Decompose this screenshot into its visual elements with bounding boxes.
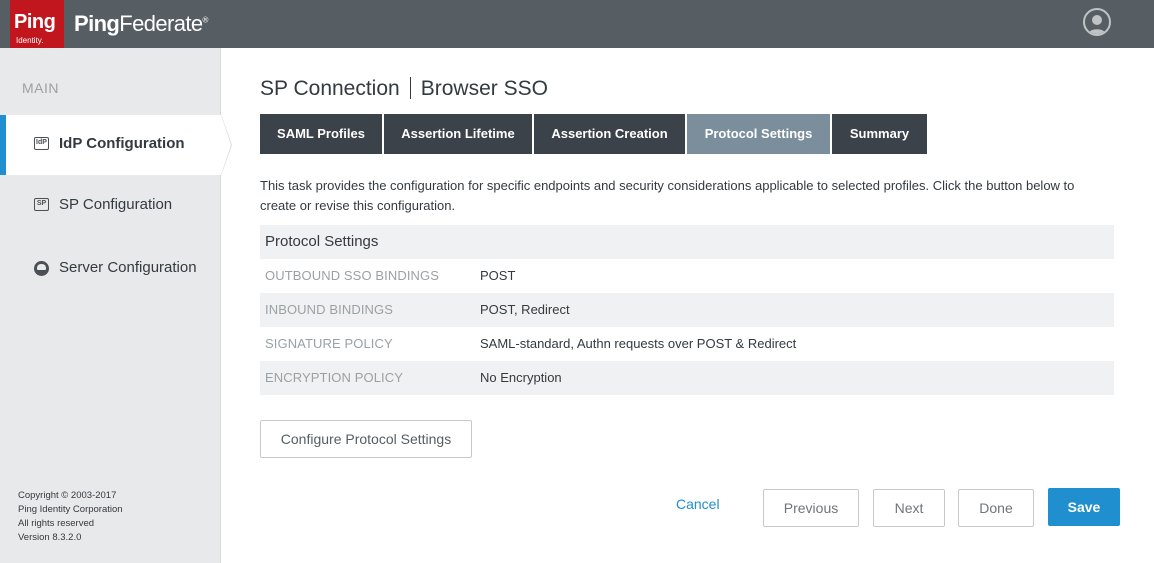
sidebar-item-label: IdP Configuration	[59, 135, 185, 152]
row-value: POST	[480, 268, 516, 283]
ping-identity-logo: Ping Identity.	[10, 0, 64, 51]
sidebar-item-idp-configuration[interactable]: IdP IdP Configuration	[0, 115, 221, 175]
table-row: ENCRYPTION POLICY No Encryption	[260, 361, 1114, 395]
sidebar-item-server-configuration[interactable]: Server Configuration	[0, 239, 221, 299]
done-button[interactable]: Done	[958, 489, 1034, 527]
configure-protocol-settings-button[interactable]: Configure Protocol Settings	[260, 420, 472, 458]
tab-saml-profiles[interactable]: SAML Profiles	[260, 114, 382, 154]
logo-ping-text: Ping	[14, 11, 56, 33]
row-label: ENCRYPTION POLICY	[265, 370, 403, 385]
row-label: SIGNATURE POLICY	[265, 336, 393, 351]
active-item-arrow	[221, 115, 231, 175]
tab-summary[interactable]: Summary	[832, 114, 927, 154]
next-button[interactable]: Next	[873, 489, 945, 527]
user-silhouette-icon	[1087, 15, 1107, 34]
product-name: PingFederate®	[74, 11, 208, 37]
tab-assertion-lifetime[interactable]: Assertion Lifetime	[384, 114, 532, 154]
tab-protocol-settings[interactable]: Protocol Settings	[687, 114, 830, 154]
top-header: Ping Identity. PingFederate®	[0, 0, 1154, 51]
row-value: No Encryption	[480, 370, 562, 385]
row-label: OUTBOUND SSO BINDINGS	[265, 268, 440, 283]
server-icon	[34, 261, 49, 276]
table-header: Protocol Settings	[260, 225, 1114, 259]
product-name-part2: Federate	[119, 11, 203, 36]
protocol-settings-table: Protocol Settings OUTBOUND SSO BINDINGS …	[260, 225, 1114, 395]
page-title: SP Connection Browser SSO	[260, 77, 548, 101]
sp-icon: SP	[34, 198, 49, 211]
table-row: INBOUND BINDINGS POST, Redirect	[260, 293, 1114, 327]
save-button[interactable]: Save	[1048, 488, 1120, 526]
previous-button[interactable]: Previous	[763, 489, 859, 527]
sidebar-heading: MAIN	[22, 80, 59, 96]
row-value: SAML-standard, Authn requests over POST …	[480, 336, 797, 351]
table-row: SIGNATURE POLICY SAML-standard, Authn re…	[260, 327, 1114, 361]
page-title-secondary: Browser SSO	[420, 77, 548, 100]
company-line: Ping Identity Corporation	[18, 504, 123, 515]
copyright-line: Copyright © 2003-2017	[18, 490, 117, 501]
row-value: POST, Redirect	[480, 302, 570, 317]
tab-assertion-creation[interactable]: Assertion Creation	[534, 114, 685, 154]
row-label: INBOUND BINDINGS	[265, 302, 394, 317]
logo-identity-text: Identity.	[16, 36, 44, 45]
task-description: This task provides the configuration for…	[260, 178, 1075, 213]
idp-icon: IdP	[34, 137, 49, 150]
copyright-block: Copyright © 2003-2017 Ping Identity Corp…	[18, 489, 123, 545]
page-title-primary: SP Connection	[260, 77, 400, 100]
cancel-link[interactable]: Cancel	[676, 496, 720, 512]
title-separator	[409, 77, 411, 99]
wizard-tabs: SAML Profiles Assertion Lifetime Asserti…	[260, 114, 929, 154]
version-line: Version 8.3.2.0	[18, 532, 82, 543]
sidebar: MAIN IdP IdP Configuration SP SP Configu…	[0, 48, 221, 563]
rights-line: All rights reserved	[18, 518, 95, 529]
sidebar-item-label: Server Configuration	[59, 259, 197, 276]
user-avatar-icon[interactable]	[1083, 8, 1111, 36]
sidebar-item-sp-configuration[interactable]: SP SP Configuration	[0, 176, 221, 236]
table-row: OUTBOUND SSO BINDINGS POST	[260, 259, 1114, 293]
registered-mark: ®	[202, 15, 209, 25]
product-name-part1: Ping	[74, 11, 120, 36]
sidebar-item-label: SP Configuration	[59, 196, 173, 213]
